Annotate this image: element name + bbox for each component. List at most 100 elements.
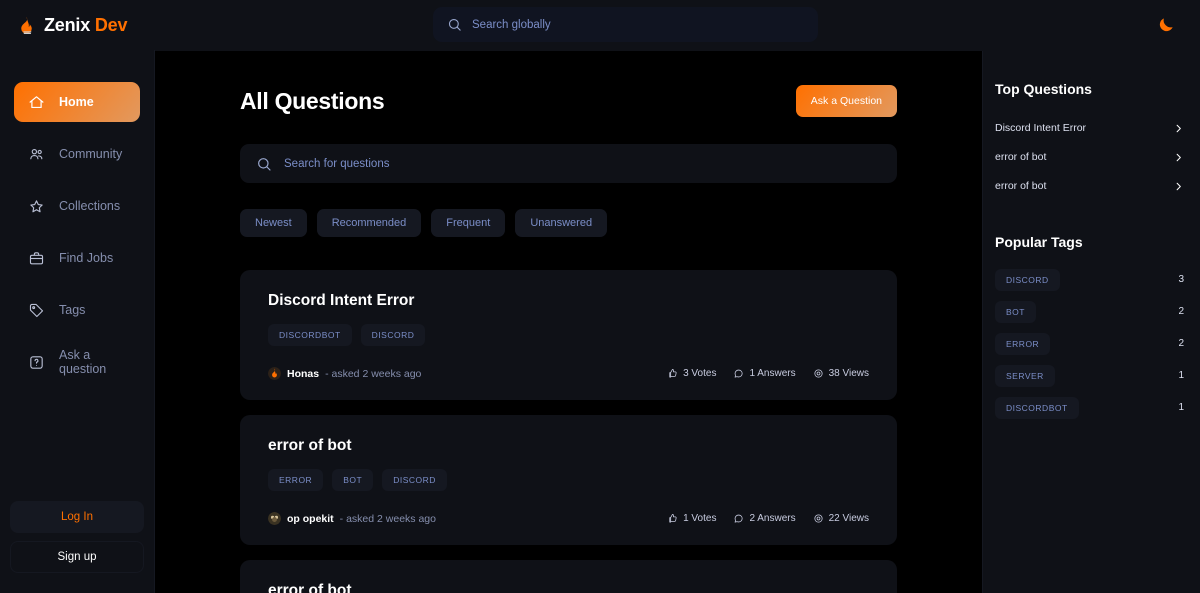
sidebar-item-ask-a-question[interactable]: Ask a question [14, 342, 140, 382]
sidebar-label-find-collections: Collections [59, 199, 121, 213]
brand-logo[interactable]: Zenix Dev [16, 15, 306, 36]
question-meta: Honas - asked 2 weeks ago 3 Votes 1 Answ… [268, 367, 869, 380]
flame-logo-icon [21, 16, 32, 34]
sidebar-label-community: Community [59, 147, 123, 161]
sidebar-item-community[interactable]: Community [14, 134, 140, 174]
question-tag[interactable]: bot [332, 469, 374, 491]
author-time: - asked 2 weeks ago [339, 512, 436, 525]
popular-tag-row: error 2 [995, 332, 1184, 355]
author-name: Honas [287, 367, 320, 380]
question-author[interactable]: op opekit - asked 2 weeks ago [268, 512, 436, 525]
avatar [268, 367, 281, 380]
question-stats: 3 Votes 1 Answers 38 Views [667, 368, 869, 379]
message-icon [735, 369, 744, 378]
chevron-right-icon [1176, 153, 1181, 161]
top-question-label: error of bot [995, 151, 1047, 164]
question-card[interactable]: error of bot error bot discord op [240, 415, 897, 545]
author-time: - asked 2 weeks ago [325, 367, 422, 380]
question-author[interactable]: Honas - asked 2 weeks ago [268, 367, 421, 380]
left-sidebar: Home Community Collections Find Jobs Tag… [0, 50, 155, 593]
signup-button[interactable]: Sign up [10, 541, 144, 573]
main-content: All Questions Ask a Question Search for … [155, 51, 982, 593]
question-tag[interactable]: error [268, 469, 324, 491]
message-icon [735, 514, 744, 523]
question-circle-icon [28, 354, 45, 371]
question-tag[interactable]: discord [382, 469, 447, 491]
question-search-bar[interactable]: Search for questions [240, 144, 897, 183]
answers-value: 2 Answers [749, 513, 796, 524]
views-stat: 38 Views [813, 368, 869, 379]
question-title[interactable]: error of bot [268, 437, 869, 455]
popular-tags-list: Discord 3 bot 2 error 2 server 1 Discord… [995, 268, 1184, 419]
top-question-item[interactable]: error of bot [995, 172, 1184, 201]
top-question-label: error of bot [995, 180, 1047, 193]
app-root: Zenix Dev Search globally Home Community… [0, 0, 1200, 593]
popular-tags-section: Popular Tags Discord 3 bot 2 error 2 ser… [995, 234, 1184, 419]
sidebar-label-home: Home [59, 95, 94, 109]
popular-tag-row: bot 2 [995, 300, 1184, 323]
question-title[interactable]: error of bot [268, 582, 869, 593]
popular-tag-count: 3 [1178, 274, 1184, 286]
page-title: All Questions [240, 87, 385, 114]
popular-tag[interactable]: error [995, 332, 1051, 355]
question-meta: op opekit - asked 2 weeks ago 1 Votes 2 … [268, 512, 869, 525]
sidebar-label-find-jobs: Find Jobs [59, 251, 114, 265]
filter-newest[interactable]: Newest [240, 209, 307, 237]
sidebar-item-collections[interactable]: Collections [14, 186, 140, 226]
popular-tag-row: server 1 [995, 364, 1184, 387]
views-stat: 22 Views [813, 513, 869, 524]
tag-icon [28, 302, 45, 319]
popular-tag[interactable]: Discordbot [995, 396, 1079, 419]
moon-icon[interactable] [1156, 15, 1176, 35]
filter-recommended[interactable]: Recommended [316, 209, 422, 237]
chevron-right-icon [1176, 124, 1181, 132]
top-question-item[interactable]: Discord Intent Error [995, 114, 1184, 143]
star-icon [28, 198, 45, 215]
filter-unanswered[interactable]: Unanswered [515, 209, 608, 237]
sidebar-label-tags: Tags [59, 303, 86, 317]
question-search-input[interactable]: Search for questions [284, 158, 389, 170]
brand-name: Zenix Dev [44, 15, 127, 36]
question-card[interactable]: error of bot error bot discord [240, 560, 897, 593]
sidebar-item-tags[interactable]: Tags [14, 290, 140, 330]
suitcase-icon [28, 250, 45, 267]
question-stats: 1 Votes 2 Answers 22 Views [667, 513, 869, 524]
sidebar-item-home[interactable]: Home [14, 82, 140, 122]
global-search-input[interactable]: Search globally [472, 19, 551, 31]
answers-value: 1 Answers [749, 368, 796, 379]
sidebar-label-ask-a-question: Ask a question [59, 348, 107, 376]
views-value: 22 Views [828, 513, 869, 524]
popular-tag-count: 1 [1178, 370, 1184, 382]
question-tag[interactable]: Discordbot [268, 324, 352, 346]
question-title[interactable]: Discord Intent Error [268, 292, 869, 310]
chevron-right-icon [1176, 182, 1181, 191]
popular-tags-heading: Popular Tags [995, 233, 1083, 250]
question-tag[interactable]: discord [360, 324, 426, 346]
question-tag-group: error bot discord [268, 469, 869, 491]
sidebar-auth-buttons: Log In Sign up [0, 501, 154, 593]
right-sidebar: Top Questions Discord Intent Error error… [982, 51, 1200, 593]
filter-frequent[interactable]: Frequent [431, 209, 506, 237]
top-navbar: Zenix Dev Search globally [0, 0, 1200, 50]
votes-stat: 1 Votes [667, 513, 716, 524]
global-search-bar[interactable]: Search globally [433, 7, 818, 42]
popular-tag-count: 2 [1178, 338, 1184, 350]
sidebar-item-find-jobs[interactable]: Find Jobs [14, 238, 140, 278]
popular-tag-count: 2 [1178, 306, 1184, 318]
filter-pill-group: Newest Recommended Frequent Unanswered [240, 209, 897, 237]
thumbs-up-icon [669, 513, 677, 523]
author-name: op opekit [287, 512, 334, 525]
login-button[interactable]: Log In [10, 501, 144, 533]
top-question-item[interactable]: error of bot [995, 143, 1184, 172]
brand-name-accent: Dev [94, 14, 128, 35]
top-questions-list: Discord Intent Error error of bot error … [995, 114, 1184, 202]
question-card[interactable]: Discord Intent Error Discordbot discord … [240, 270, 897, 400]
home-icon [28, 94, 45, 111]
question-tag-group: Discordbot discord [268, 324, 869, 346]
popular-tag[interactable]: Discord [995, 268, 1060, 291]
popular-tag[interactable]: bot [995, 300, 1036, 323]
ask-a-question-button[interactable]: Ask a Question [795, 85, 897, 117]
popular-tag[interactable]: server [995, 364, 1055, 387]
views-value: 38 Views [828, 368, 869, 379]
